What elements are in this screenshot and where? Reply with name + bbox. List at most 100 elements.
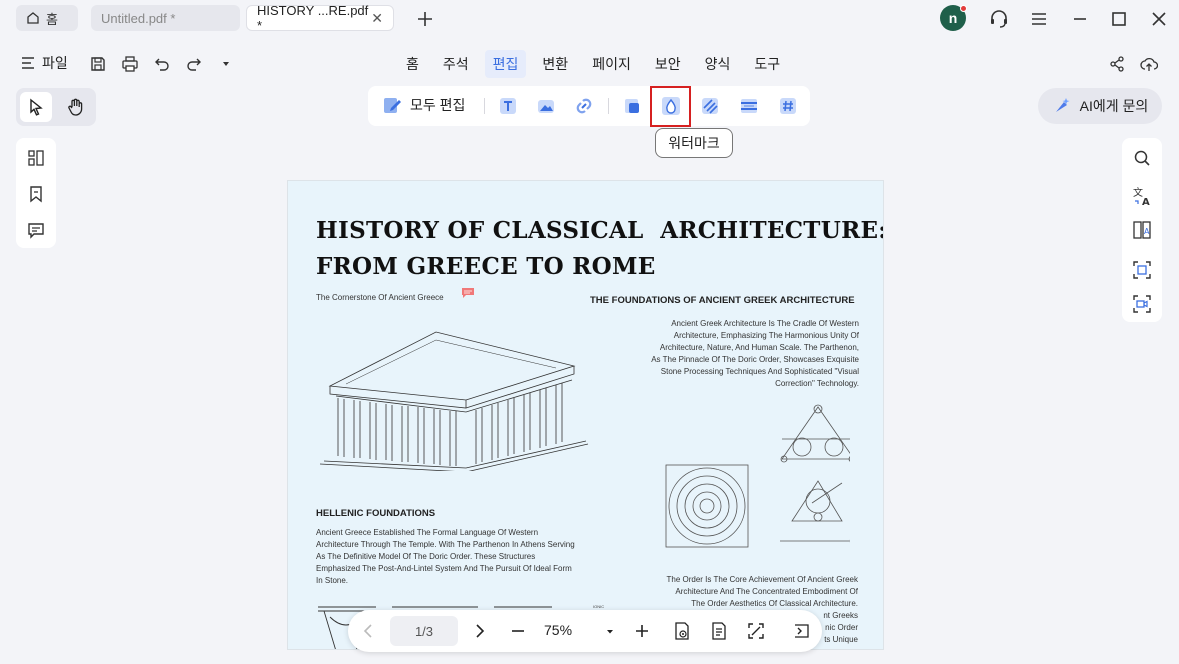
undo-icon[interactable]	[153, 55, 171, 73]
document-title: HISTORY OF CLASSICAL ARCHITECTURE: FROM …	[316, 213, 884, 285]
paragraph-line: As The Definitive Model Of The Doric Ord…	[316, 552, 536, 561]
file-menu-label: 파일	[42, 55, 68, 71]
pdf-page[interactable]: HISTORY OF CLASSICAL ARCHITECTURE: FROM …	[287, 180, 884, 650]
home-icon	[27, 12, 39, 24]
tab-untitled[interactable]: Untitled.pdf *	[91, 5, 240, 31]
watermark-highlight-box	[650, 86, 691, 127]
previous-page-icon[interactable]	[358, 621, 378, 641]
title-line-1: HISTORY OF CLASSICAL ARCHITECTURE:	[316, 217, 884, 244]
title-line-2: FROM GREECE TO ROME	[316, 253, 656, 280]
tab-home[interactable]: 홈	[16, 5, 78, 31]
close-window-icon[interactable]	[1148, 8, 1170, 30]
menu-bar: 파일 홈 주석 편집 변환 페이지 보안 양식 도구	[0, 46, 1179, 82]
paragraph-line: Ancient Greece Established The Formal La…	[316, 528, 539, 537]
bates-number-icon[interactable]	[778, 96, 798, 116]
menu-tab-protect[interactable]: 보안	[647, 50, 689, 78]
add-text-icon[interactable]	[498, 96, 518, 116]
print-icon[interactable]	[121, 55, 139, 73]
menu-tab-home[interactable]: 홈	[398, 50, 427, 78]
screen-record-icon[interactable]	[1132, 294, 1152, 314]
cloud-upload-icon[interactable]	[1140, 55, 1158, 73]
thumbnails-icon[interactable]	[26, 148, 46, 168]
title-bar: 홈 Untitled.pdf * HISTORY ...RE.pdf * ✕ n	[0, 0, 1179, 38]
menu-tab-convert[interactable]: 변환	[534, 50, 576, 78]
bookmark-icon[interactable]	[26, 184, 46, 204]
zoom-in-icon[interactable]	[632, 621, 652, 641]
paragraph-line: Emphasized The Post-And-Lintel System An…	[316, 564, 572, 573]
ribbon-divider	[608, 98, 609, 114]
menu-tab-edit[interactable]: 편집	[484, 50, 527, 78]
tab-history-label: HISTORY ...RE.pdf *	[257, 3, 369, 33]
close-tab-icon[interactable]: ✕	[371, 10, 383, 27]
paragraph-line: The Order Is The Core Achievement Of Anc…	[666, 575, 859, 584]
fullscreen-icon[interactable]	[746, 621, 766, 641]
paragraph-line: Ancient Greek Architecture Is The Cradle…	[671, 319, 859, 328]
read-mode-icon[interactable]	[672, 621, 692, 641]
menu-tab-form[interactable]: 양식	[697, 50, 739, 78]
share-icon[interactable]	[1108, 55, 1126, 73]
redo-icon[interactable]	[185, 55, 203, 73]
svg-text:A: A	[1144, 227, 1150, 236]
edit-all-icon	[384, 98, 401, 113]
crop-page-icon[interactable]	[622, 96, 642, 116]
watermark-tooltip: 워터마크	[655, 128, 733, 158]
cursor-icon	[30, 98, 43, 116]
tab-history[interactable]: HISTORY ...RE.pdf * ✕	[246, 3, 394, 33]
save-icon[interactable]	[89, 55, 107, 73]
header-footer-icon[interactable]	[739, 96, 759, 116]
search-icon[interactable]	[1132, 148, 1152, 168]
add-link-icon[interactable]	[574, 96, 594, 116]
paragraph-line: Architecture, Emphasizing The Harmonious…	[673, 331, 859, 340]
paragraph-line: In Stone.	[316, 576, 349, 585]
maximize-icon[interactable]	[1108, 8, 1130, 30]
ask-ai-button[interactable]: AI에게 문의	[1038, 88, 1162, 124]
add-tab-icon[interactable]	[414, 8, 436, 30]
document-subtitle: The Cornerstone Of Ancient Greece	[316, 293, 444, 302]
menu-tab-page[interactable]: 페이지	[584, 50, 639, 78]
minimize-icon[interactable]	[1069, 8, 1091, 30]
left-sidebar	[16, 138, 56, 248]
avatar-letter: n	[948, 10, 958, 26]
edit-ribbon: 모두 편집	[368, 86, 810, 126]
section-paragraph-hellenic: Ancient Greece Established The Formal La…	[316, 527, 606, 587]
translate-icon[interactable]: 文A	[1132, 186, 1152, 206]
paragraph-line: Correction" Technology.	[775, 379, 859, 388]
svg-text:A: A	[1142, 197, 1150, 206]
compare-translate-icon[interactable]: A	[1132, 220, 1152, 240]
select-tool-button[interactable]	[20, 92, 52, 122]
page-layout-icon[interactable]	[709, 621, 729, 641]
add-image-icon[interactable]	[536, 96, 556, 116]
ionic-label: IONIC	[593, 604, 605, 609]
hand-tool-icon[interactable]	[66, 97, 86, 117]
comment-marker-icon[interactable]	[461, 287, 475, 299]
paragraph-line: Architecture, Nature, And Human Scale. T…	[659, 343, 859, 352]
headset-icon[interactable]	[988, 8, 1010, 30]
page-indicator[interactable]: 1/3	[390, 616, 458, 646]
background-icon[interactable]	[700, 96, 720, 116]
section-heading-greek: THE FOUNDATIONS OF ANCIENT GREEK ARCHITE…	[590, 295, 855, 306]
dropdown-arrow-icon[interactable]	[217, 55, 235, 73]
hamburger-menu-icon[interactable]	[1028, 8, 1050, 30]
collapse-panel-icon[interactable]	[792, 621, 812, 641]
next-page-icon[interactable]	[470, 621, 490, 641]
paragraph-line: Architecture And The Concentrated Embodi…	[675, 587, 858, 596]
ai-sparkle-icon	[1055, 98, 1070, 112]
ribbon-divider	[484, 98, 485, 114]
zoom-level[interactable]: 75%	[544, 622, 572, 638]
menu-tabs: 홈 주석 편집 변환 페이지 보안 양식 도구	[398, 50, 796, 78]
section-paragraph-greek: Ancient Greek Architecture Is The Cradle…	[588, 318, 859, 390]
paragraph-line: As The Pinnacle Of The Doric Order, Show…	[651, 355, 859, 364]
comments-icon[interactable]	[26, 220, 46, 240]
edit-all-button[interactable]: 모두 편집	[382, 95, 465, 115]
menu-tab-tools[interactable]: 도구	[746, 50, 788, 78]
notification-dot	[960, 5, 967, 12]
section-heading-hellenic: HELLENIC FOUNDATIONS	[316, 508, 436, 519]
file-menu-button[interactable]: 파일	[20, 53, 68, 73]
zoom-dropdown-icon[interactable]	[600, 621, 620, 641]
tab-home-label: 홈	[46, 11, 58, 27]
screenshot-ocr-icon[interactable]	[1132, 260, 1152, 280]
paragraph-line: Stone Processing Techniques And Sophisti…	[660, 367, 859, 376]
menu-tab-comment[interactable]: 주석	[435, 50, 477, 78]
page-indicator-text: 1/3	[414, 623, 434, 639]
zoom-out-icon[interactable]	[508, 621, 528, 641]
